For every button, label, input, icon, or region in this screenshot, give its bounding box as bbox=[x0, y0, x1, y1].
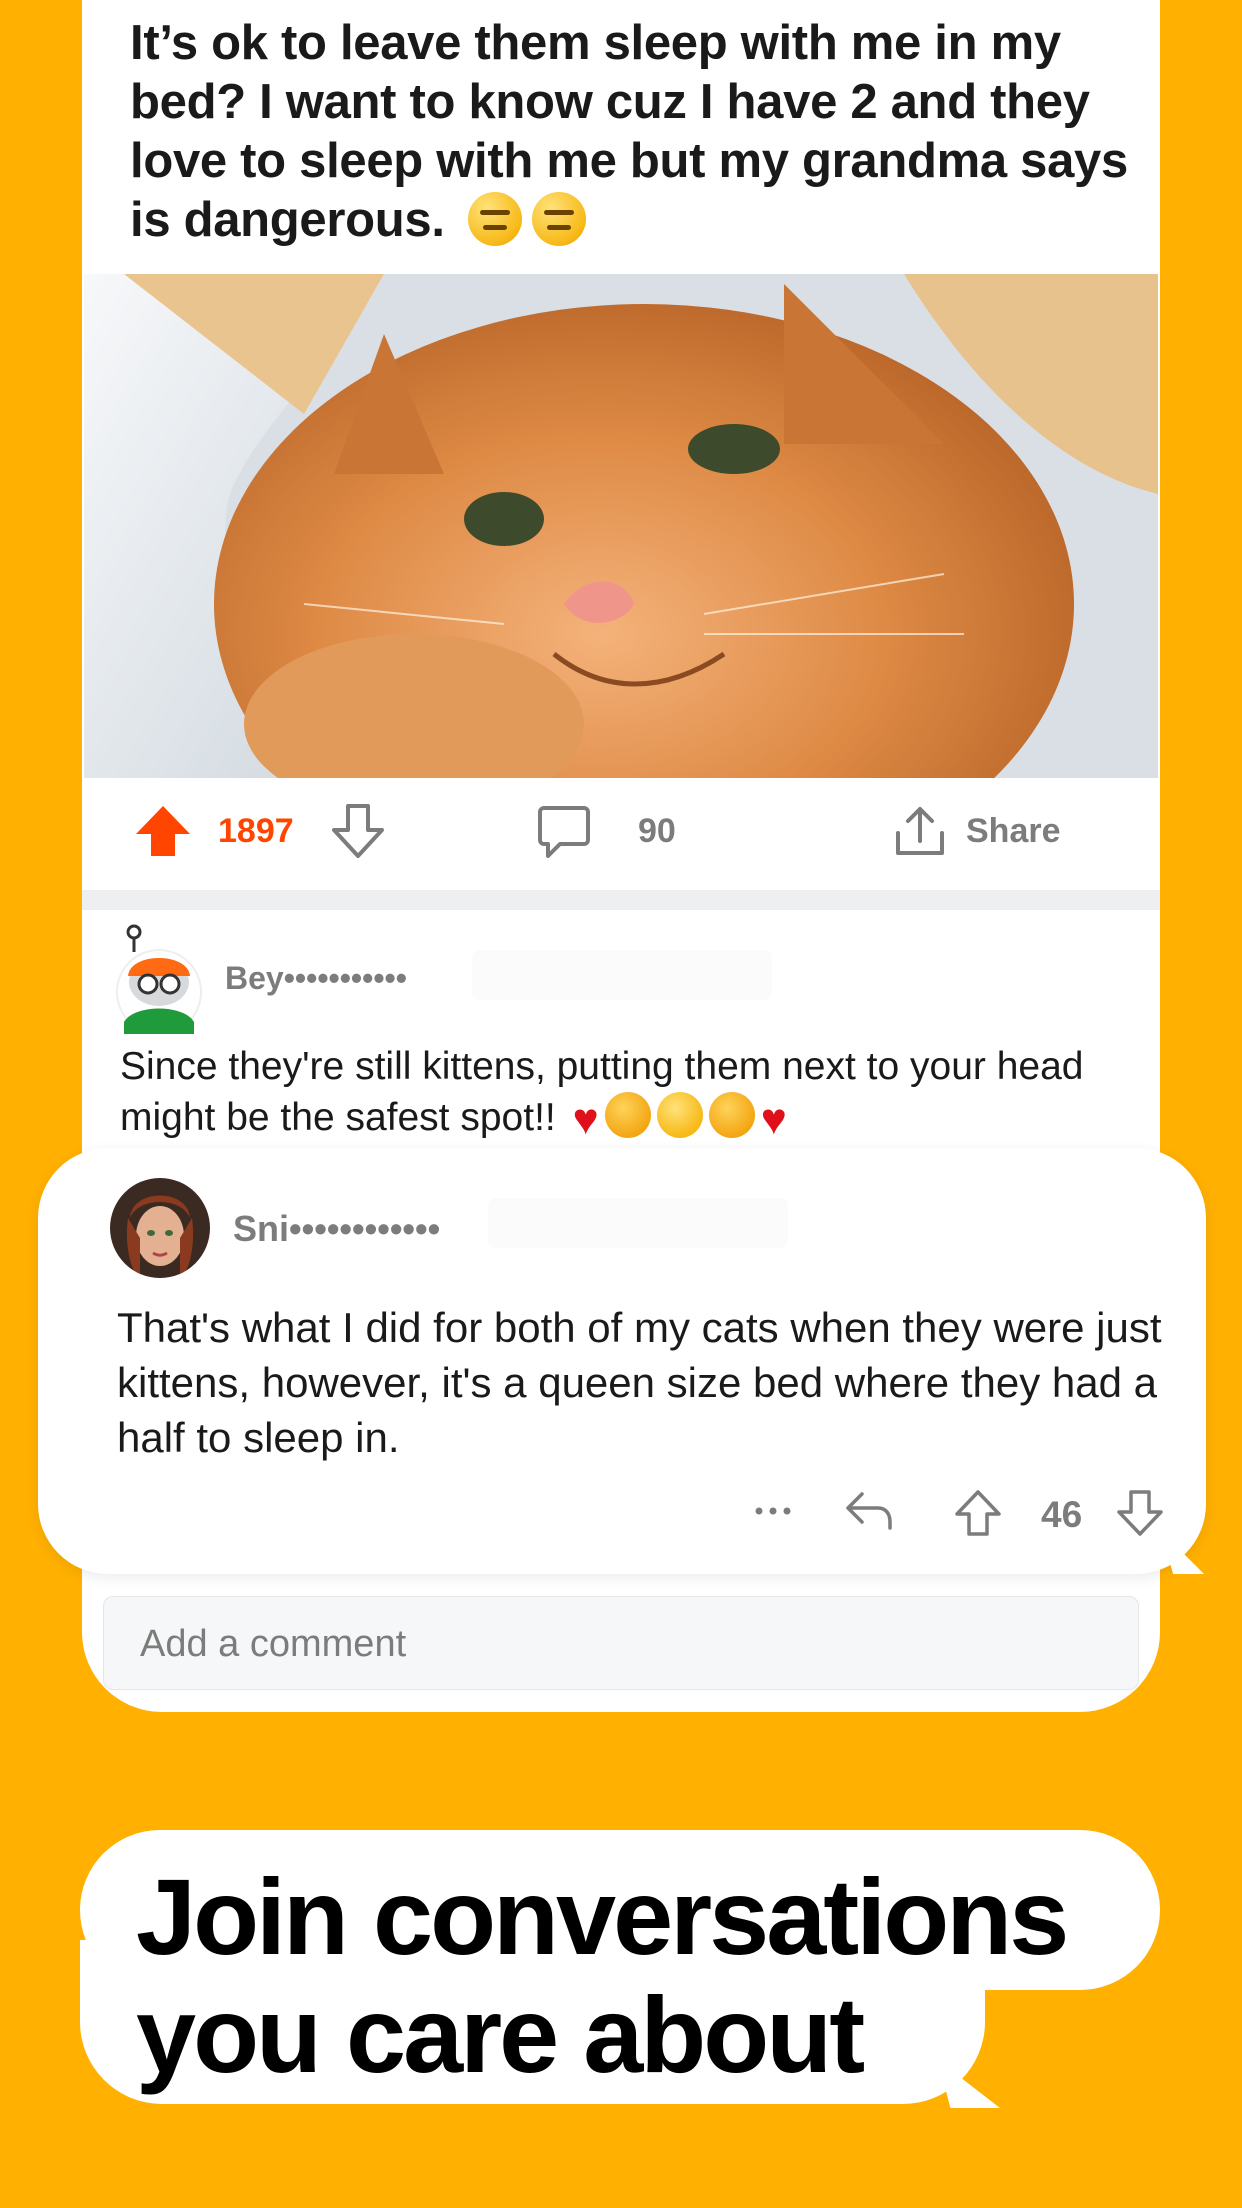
comment-body: Since they're still kittens, putting the… bbox=[120, 1042, 1140, 1145]
reply-icon[interactable] bbox=[844, 1488, 894, 1534]
sleeping-face-emoji bbox=[656, 1092, 703, 1138]
share-button[interactable]: Share bbox=[892, 798, 1061, 864]
post-image-kitten[interactable] bbox=[84, 274, 1158, 778]
comment-bubble-icon[interactable] bbox=[536, 802, 592, 860]
add-comment-placeholder: Add a comment bbox=[140, 1623, 407, 1665]
share-icon bbox=[896, 807, 944, 855]
expressionless-face-emoji bbox=[468, 192, 523, 246]
more-options-icon[interactable] bbox=[751, 1496, 795, 1526]
post-title[interactable]: It’s ok to leave them sleep with me in m… bbox=[130, 14, 1130, 250]
tagline-line-2: you care about bbox=[136, 1974, 865, 2095]
expressionless-face-emoji bbox=[532, 192, 587, 246]
tagline-line-1: Join conversations bbox=[136, 1856, 1069, 1977]
upvote-icon[interactable] bbox=[953, 1488, 1003, 1538]
snoo-avatar[interactable] bbox=[114, 924, 204, 1034]
user-avatar[interactable] bbox=[110, 1178, 210, 1278]
comment-username[interactable]: Sni•••••••••••• bbox=[233, 1208, 440, 1250]
comment-action-bar: 46 bbox=[38, 1484, 1206, 1544]
comment-body: That's what I did for both of my cats wh… bbox=[117, 1304, 1162, 1461]
post-comment-count: 90 bbox=[638, 812, 676, 850]
kissing-cat-emoji bbox=[708, 1092, 755, 1138]
post-vote-count: 1897 bbox=[218, 812, 294, 850]
upvote-filled-icon[interactable] bbox=[134, 802, 192, 860]
username-mask bbox=[472, 950, 772, 1000]
tagline-heading: Join conversations you care about bbox=[136, 1858, 1136, 2094]
share-label: Share bbox=[966, 811, 1061, 850]
post-action-bar: 1897 90 Share bbox=[82, 780, 1160, 890]
red-heart-emoji: ♥ bbox=[760, 1095, 787, 1144]
comment-item: Bey••••••••••• Since they're still kitte… bbox=[82, 910, 1160, 1150]
add-comment-input[interactable]: Add a comment bbox=[103, 1596, 1139, 1690]
downvote-icon[interactable] bbox=[1115, 1488, 1165, 1538]
red-heart-emoji: ♥ bbox=[572, 1095, 599, 1144]
comment-username[interactable]: Bey••••••••••• bbox=[225, 960, 407, 997]
section-divider bbox=[82, 890, 1160, 910]
post-title-text: It’s ok to leave them sleep with me in m… bbox=[130, 16, 1128, 247]
comment-body-text: Since they're still kittens, putting the… bbox=[120, 1045, 1084, 1139]
username-mask bbox=[488, 1198, 788, 1248]
kissing-cat-emoji bbox=[604, 1092, 651, 1138]
highlighted-comment-card: Sni•••••••••••• That's what I did for bo… bbox=[38, 1148, 1206, 1574]
downvote-icon[interactable] bbox=[330, 802, 386, 860]
comment-vote-count: 46 bbox=[1041, 1494, 1083, 1535]
